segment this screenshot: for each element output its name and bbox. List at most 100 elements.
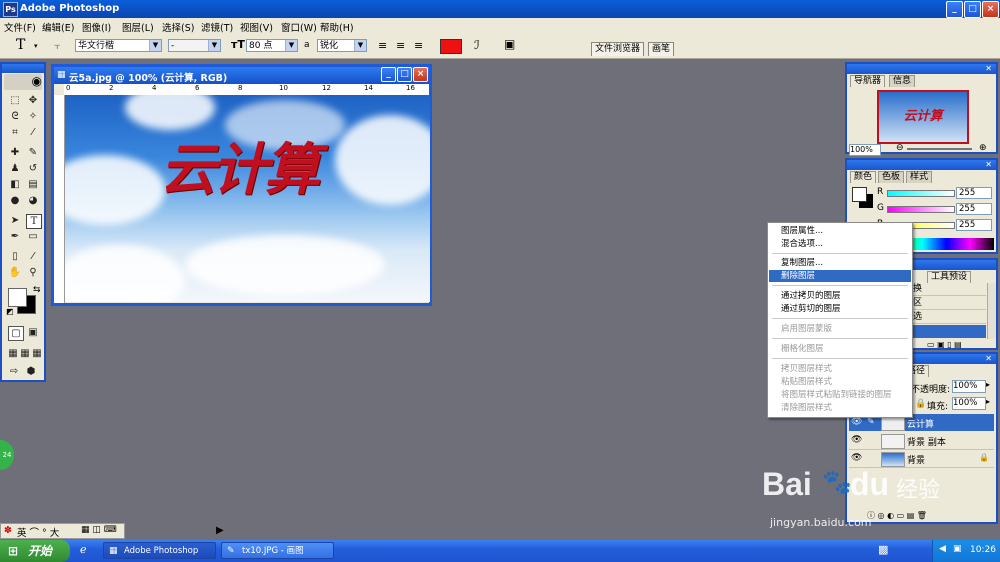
zoom-in-icon[interactable]: ⊕: [979, 143, 987, 153]
canvas-text-layer[interactable]: 云计算: [160, 140, 320, 200]
ime-tool-icons[interactable]: ▦ ◫ ⌨: [81, 525, 117, 535]
font-style-select[interactable]: - ▼: [168, 39, 221, 52]
start-button[interactable]: ⊞ 开始: [0, 540, 70, 562]
menu-item-enable-layer-mask[interactable]: 启用图层蒙版: [769, 323, 911, 335]
navigator-zoom-slider[interactable]: [907, 148, 972, 150]
crop-tool-icon[interactable]: ⌗: [8, 126, 22, 139]
menu-item-layer-via-copy[interactable]: 通过拷贝的图层: [769, 290, 911, 302]
scroll-arrow-icon[interactable]: ▶: [216, 525, 224, 536]
eye-icon[interactable]: 👁: [851, 453, 862, 463]
fill-arrow-icon[interactable]: ▸: [986, 397, 990, 406]
image-canvas[interactable]: 云计算: [65, 95, 430, 302]
opacity-arrow-icon[interactable]: ▸: [986, 380, 990, 389]
fill-field[interactable]: 100%: [952, 397, 986, 410]
file-browser-tab[interactable]: 文件浏览器: [591, 42, 645, 56]
tab-tool-presets[interactable]: 工具预设: [927, 271, 972, 283]
gradient-tool-icon[interactable]: ▤: [26, 178, 40, 191]
doc-close-button[interactable]: ×: [413, 67, 428, 82]
shape-tool-icon[interactable]: ▭: [26, 230, 40, 243]
eye-icon[interactable]: 👁: [851, 435, 862, 445]
channel-g-slider[interactable]: [887, 206, 955, 213]
doc-maximize-button[interactable]: □: [397, 67, 412, 82]
default-colors-icon[interactable]: ◩: [6, 307, 14, 316]
speaker-icon[interactable]: ◀: [939, 544, 946, 554]
zoom-out-icon[interactable]: ⊖: [896, 143, 904, 153]
zoom-tool-icon[interactable]: ⚲: [26, 266, 40, 279]
tab-styles[interactable]: 样式: [906, 171, 933, 183]
jump-to-imageready-icon[interactable]: ⇨: [7, 365, 21, 378]
channel-r-value[interactable]: 255: [956, 187, 992, 199]
adobe-online-icon[interactable]: ◉: [4, 74, 42, 90]
stamp-tool-icon[interactable]: ♟: [8, 162, 22, 175]
menu-item-duplicate-layer[interactable]: 复制图层...: [769, 257, 911, 269]
tab-swatches[interactable]: 色板: [878, 171, 905, 183]
hand-tool-icon[interactable]: ✋: [8, 266, 22, 279]
brush-tool-icon[interactable]: ✎: [26, 146, 40, 159]
orientation-toggle-icon[interactable]: ⫟: [54, 39, 61, 53]
antialias-select[interactable]: 锐化 ▼: [317, 39, 367, 52]
eye-icon[interactable]: 👁: [851, 417, 862, 427]
imageready-icon[interactable]: ⬢: [24, 365, 38, 378]
screen-mode-3-icon[interactable]: ▦: [30, 347, 44, 360]
blur-tool-icon[interactable]: ●: [8, 194, 22, 207]
type-tool-icon[interactable]: T: [16, 37, 25, 53]
panel-close-icon[interactable]: ✕: [985, 160, 992, 169]
menu-help[interactable]: 帮助(H): [320, 20, 354, 34]
channel-g-value[interactable]: 255: [956, 203, 992, 215]
maximize-button[interactable]: □: [964, 1, 981, 18]
close-button[interactable]: ×: [982, 1, 999, 18]
foreground-color-swatch[interactable]: [8, 288, 27, 307]
layer-row[interactable]: 👁 背景 副本: [849, 432, 994, 450]
menu-item-clear-layer-style[interactable]: 清除图层样式: [769, 402, 911, 414]
standard-mode-icon[interactable]: ▢: [8, 326, 24, 341]
align-center-icon[interactable]: ≡: [396, 39, 405, 52]
lock-icon[interactable]: 🔒: [915, 399, 926, 409]
healing-brush-icon[interactable]: ✚: [8, 146, 22, 159]
doc-minimize-button[interactable]: _: [381, 67, 396, 82]
menu-view[interactable]: 视图(V): [240, 20, 273, 34]
font-family-select[interactable]: 华文行楷 ▼: [75, 39, 162, 52]
eyedropper-icon[interactable]: ⁄: [26, 250, 40, 263]
path-select-icon[interactable]: ➤: [8, 214, 22, 227]
align-left-icon[interactable]: ≡: [378, 39, 388, 52]
ime-logo-icon[interactable]: ✽: [4, 525, 12, 536]
ime-status[interactable]: 英 ⌒ ° 大: [17, 525, 59, 539]
menu-item-blending-options[interactable]: 混合选项...: [769, 238, 911, 250]
brushes-tab[interactable]: 画笔: [648, 42, 675, 56]
menu-item-copy-layer-style[interactable]: 拷贝图层样式: [769, 363, 911, 375]
menu-item-rasterize-layer[interactable]: 栅格化图层: [769, 343, 911, 355]
panel-close-icon[interactable]: ✕: [985, 64, 992, 73]
tab-info[interactable]: 信息: [889, 75, 916, 87]
menu-select[interactable]: 选择(S): [162, 20, 194, 34]
history-scrollbar[interactable]: [987, 283, 996, 339]
marquee-tool-icon[interactable]: ⬚: [8, 94, 22, 107]
menu-item-layer-properties[interactable]: 图层属性...: [769, 225, 911, 237]
lasso-tool-icon[interactable]: ᘓ: [8, 110, 22, 123]
menu-filter[interactable]: 滤镜(T): [201, 20, 233, 34]
task-paint[interactable]: ✎ tx10.JPG - 画图: [221, 542, 334, 559]
tool-preset-arrow-icon[interactable]: ▾: [34, 42, 38, 50]
channel-b-value[interactable]: 255: [956, 219, 992, 231]
dodge-tool-icon[interactable]: ◕: [26, 194, 40, 207]
notes-tool-icon[interactable]: ▯: [8, 250, 22, 263]
navigator-zoom-field[interactable]: 100%: [849, 144, 881, 156]
pen-tool-icon[interactable]: ✒: [8, 230, 22, 243]
warp-text-icon[interactable]: ℐ: [474, 38, 480, 52]
opacity-field[interactable]: 100%: [952, 380, 986, 393]
type-tool-active-icon[interactable]: T: [26, 214, 42, 229]
tray-app-icon[interactable]: ▩: [878, 543, 888, 556]
quicklaunch-ie-icon[interactable]: ℯ: [80, 543, 87, 556]
navigator-preview[interactable]: 云计算: [877, 90, 969, 144]
slice-tool-icon[interactable]: ⁄: [26, 126, 40, 139]
task-photoshop[interactable]: ▦ Adobe Photoshop: [103, 542, 216, 559]
eraser-tool-icon[interactable]: ◧: [8, 178, 22, 191]
minimize-button[interactable]: _: [946, 1, 963, 18]
align-right-icon[interactable]: ≡: [414, 39, 423, 52]
quickmask-mode-icon[interactable]: ▣: [26, 326, 40, 339]
menu-window[interactable]: 窗口(W): [281, 20, 317, 34]
text-color-swatch[interactable]: [440, 39, 462, 54]
panel-close-icon[interactable]: ✕: [985, 354, 992, 363]
channel-r-slider[interactable]: [887, 190, 955, 197]
menu-file[interactable]: 文件(F): [4, 20, 36, 34]
palette-toggle-icon[interactable]: ▣: [504, 37, 515, 51]
